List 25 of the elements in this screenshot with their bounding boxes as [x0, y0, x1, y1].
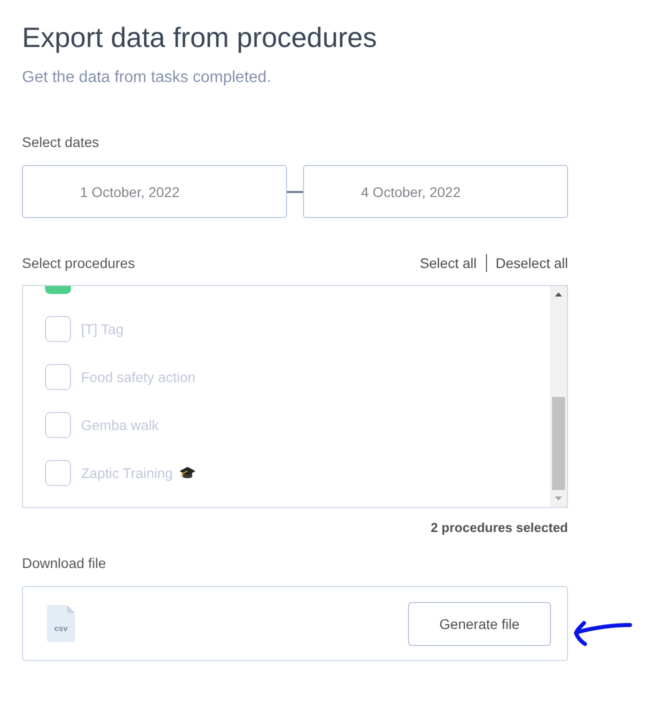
date-range-connector [287, 190, 303, 192]
end-date-field[interactable]: 4 October, 2022 [303, 165, 568, 218]
deselect-all-link[interactable]: Deselect all [496, 253, 568, 273]
select-all-link[interactable]: Select all [420, 253, 477, 273]
scrollbar[interactable] [550, 286, 567, 507]
file-type-label: csv [53, 624, 69, 634]
procedure-label: Zaptic Training [81, 464, 173, 483]
page-subtitle: Get the data from tasks completed. [22, 68, 272, 88]
file-icon [47, 605, 75, 642]
procedure-label: Gemba walk [81, 416, 159, 435]
checkbox[interactable] [45, 364, 71, 390]
generate-file-button[interactable]: Generate file [408, 602, 551, 646]
procedure-label: [T] Tag [81, 320, 124, 339]
section-label: Select procedures [22, 254, 135, 273]
scrollbar-thumb[interactable] [552, 397, 565, 490]
checkbox[interactable] [45, 412, 71, 438]
page-title: Export data from procedures [22, 21, 378, 55]
start-date-field[interactable]: 1 October, 2022 [22, 165, 287, 218]
section-label: Download file [22, 554, 108, 573]
selection-count: 2 procedures selected [430, 519, 568, 537]
checkbox[interactable] [45, 460, 71, 486]
procedure-label: Food safety action [81, 368, 196, 387]
section-label: Select dates [22, 133, 100, 152]
checkbox[interactable] [45, 286, 71, 294]
checkbox[interactable] [45, 316, 71, 342]
